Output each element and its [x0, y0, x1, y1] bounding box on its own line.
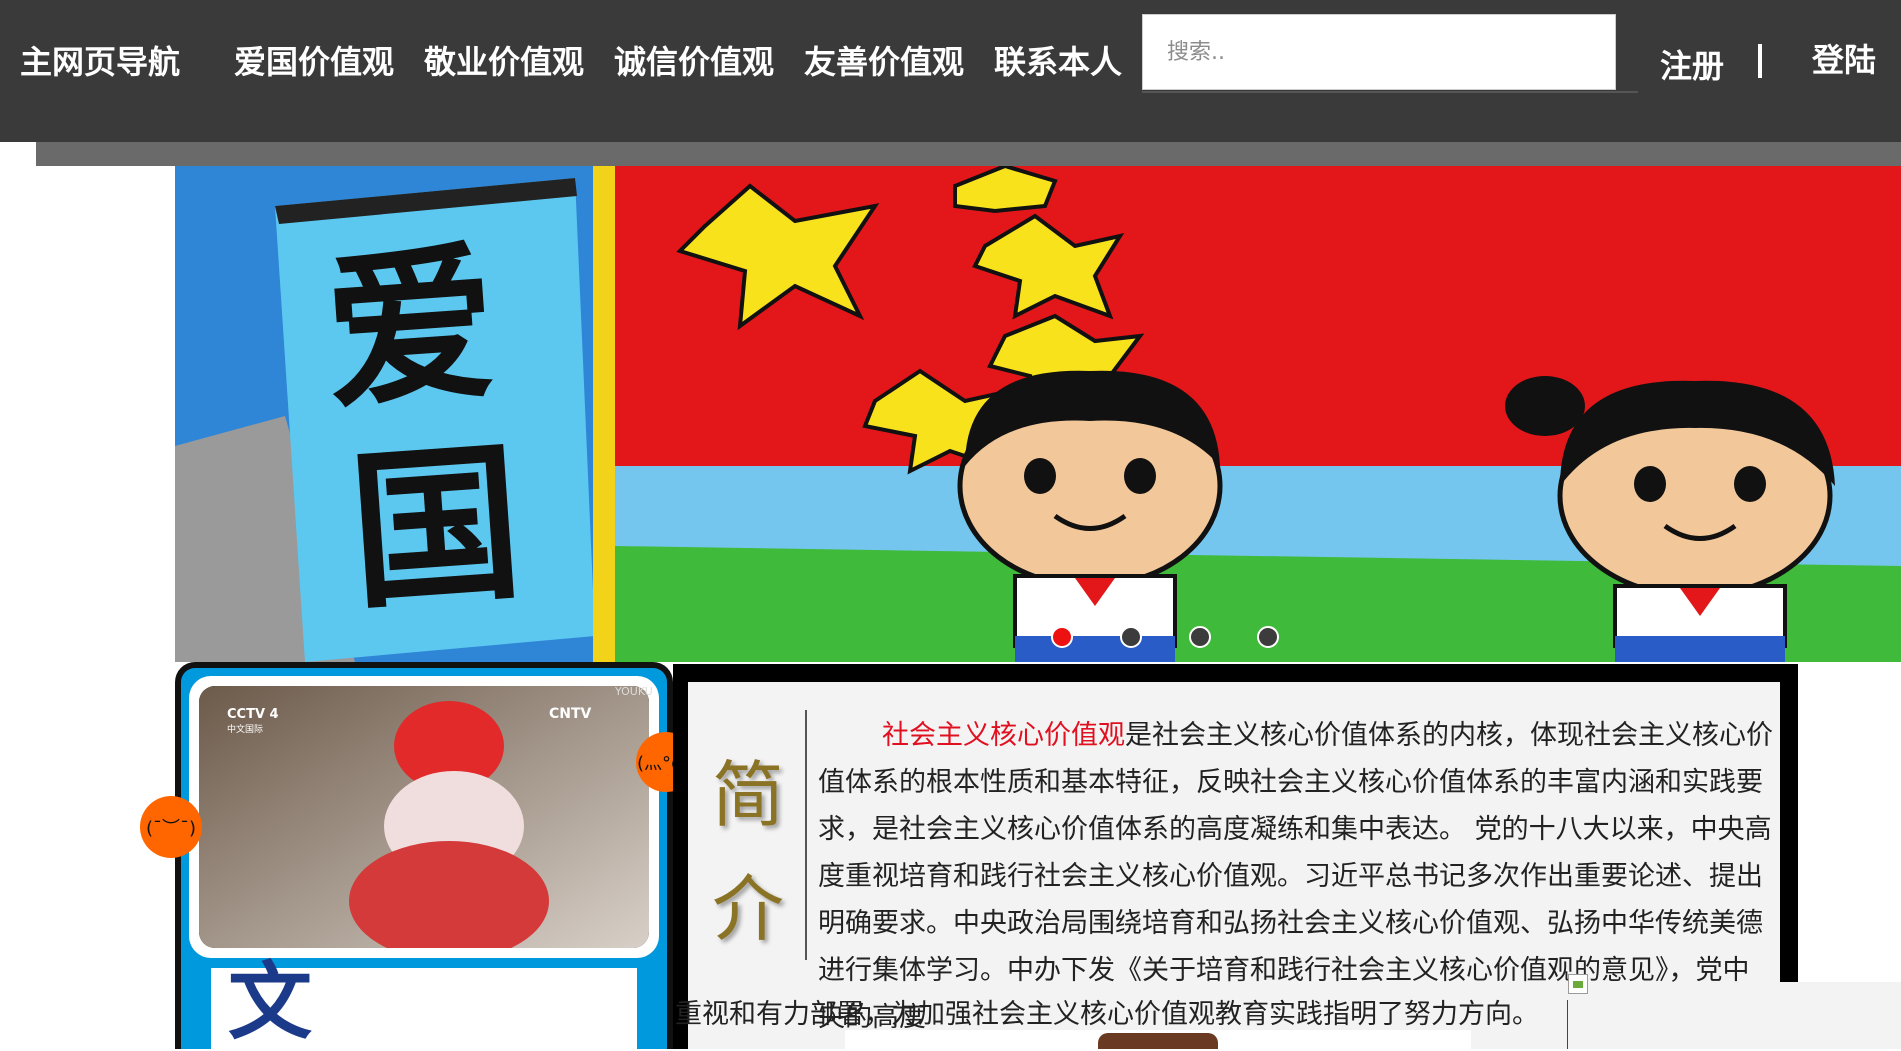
carousel-dot-3[interactable] [1189, 626, 1211, 648]
video-player[interactable]: CCTV 4 中文国际 CNTV [199, 686, 649, 948]
banner-char-ai: 爱 [319, 222, 503, 433]
right-panel [1780, 982, 1901, 1049]
nav-item-contact[interactable]: 联系本人 [994, 42, 1122, 82]
carousel-dot-4[interactable] [1257, 626, 1279, 648]
nav-item-patriotism[interactable]: 爱国价值观 [234, 42, 394, 82]
banner-carousel[interactable]: 爱 国 [175, 166, 1901, 662]
nav-divider [1758, 44, 1762, 78]
carousel-dot-2[interactable] [1120, 626, 1142, 648]
card-character: 文 [227, 952, 312, 1051]
intro-title: 简 介 [712, 753, 785, 951]
bottom-seal-image [1098, 1033, 1218, 1049]
nav-item-friendliness[interactable]: 友善价值观 [804, 42, 964, 82]
intro-highlight: 社会主义核心价值观 [882, 720, 1125, 751]
svg-text:YOUKU: YOUKU [615, 685, 653, 698]
carousel-dot-1[interactable] [1051, 626, 1073, 648]
right-divider-line [1567, 1000, 1568, 1049]
login-link[interactable]: 登陆 [1812, 40, 1876, 80]
intro-divider [805, 710, 807, 960]
banner-illustration: 爱 国 [175, 166, 1901, 662]
register-link[interactable]: 注册 [1660, 46, 1724, 86]
video-thumbnail: CCTV 4 中文国际 CNTV [199, 686, 649, 948]
video-frame: CCTV 4 中文国际 CNTV [189, 676, 659, 958]
banner-char-guo: 国 [344, 422, 528, 633]
nav-item-home[interactable]: 主网页导航 [20, 42, 180, 82]
intro-body: 是社会主义核心价值体系的内核，体现社会主义核心价值体系的根本性质和基本特征，反映… [818, 720, 1773, 1033]
search-input[interactable] [1142, 14, 1616, 90]
video-channel-logo: CCTV 4 [227, 707, 279, 722]
video-channel-sub: 中文国际 [227, 723, 263, 735]
nav-item-dedication[interactable]: 敬业价值观 [424, 42, 584, 82]
broken-image-icon [1568, 974, 1588, 994]
nav-shadow [36, 142, 1901, 166]
nav-item-integrity[interactable]: 诚信价值观 [614, 42, 774, 82]
video-corner-logo: CNTV [549, 706, 592, 722]
emoticon-bubble-left[interactable]: (¯︶¯) [140, 796, 202, 858]
search-underline [1142, 91, 1638, 93]
top-navigation-bar: 主网页导航 爱国价值观 敬业价值观 诚信价值观 友善价值观 联系本人 注册 登陆 [0, 0, 1901, 142]
video-watermark: YOUKU [615, 685, 653, 698]
